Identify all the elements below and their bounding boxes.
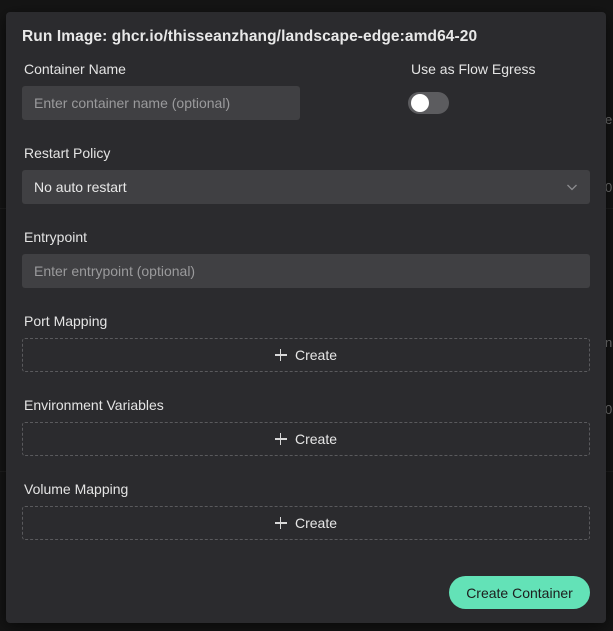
create-label: Create bbox=[294, 347, 338, 363]
run-image-dialog: Run Image: ghcr.io/thisseanzhang/landsca… bbox=[6, 12, 606, 623]
volume-mapping-label: Volume Mapping bbox=[24, 481, 129, 497]
background-text: e bbox=[605, 112, 613, 127]
container-name-placeholder: Enter container name (optional) bbox=[34, 95, 231, 111]
restart-policy-label: Restart Policy bbox=[24, 145, 111, 161]
background-text: 0 bbox=[605, 180, 613, 195]
dialog-title: Run Image: ghcr.io/thisseanzhang/landsca… bbox=[22, 28, 478, 45]
port-mapping-label: Port Mapping bbox=[24, 313, 108, 329]
entrypoint-label: Entrypoint bbox=[24, 229, 88, 245]
volume-mapping-create-button[interactable]: Create bbox=[22, 506, 590, 540]
container-name-input[interactable]: Enter container name (optional) bbox=[22, 86, 300, 120]
chevron-down-icon bbox=[567, 184, 577, 191]
plus-icon bbox=[274, 517, 287, 529]
flow-egress-label: Use as Flow Egress bbox=[411, 61, 536, 77]
toggle-knob bbox=[411, 94, 429, 112]
background-text: n bbox=[605, 335, 613, 350]
restart-policy-value: No auto restart bbox=[34, 179, 127, 195]
plus-icon bbox=[274, 349, 287, 361]
create-container-button[interactable]: Create Container bbox=[449, 576, 590, 609]
flow-egress-toggle[interactable] bbox=[408, 92, 449, 114]
entrypoint-input[interactable]: Enter entrypoint (optional) bbox=[22, 254, 590, 288]
plus-icon bbox=[274, 433, 287, 445]
env-vars-create-button[interactable]: Create bbox=[22, 422, 590, 456]
port-mapping-create-button[interactable]: Create bbox=[22, 338, 590, 372]
create-label: Create bbox=[294, 431, 338, 447]
env-vars-label: Environment Variables bbox=[24, 397, 164, 413]
restart-policy-select[interactable]: No auto restart bbox=[22, 170, 590, 204]
background-text: 0 bbox=[605, 402, 613, 417]
create-label: Create bbox=[294, 515, 338, 531]
entrypoint-placeholder: Enter entrypoint (optional) bbox=[34, 263, 196, 279]
container-name-label: Container Name bbox=[24, 61, 126, 77]
